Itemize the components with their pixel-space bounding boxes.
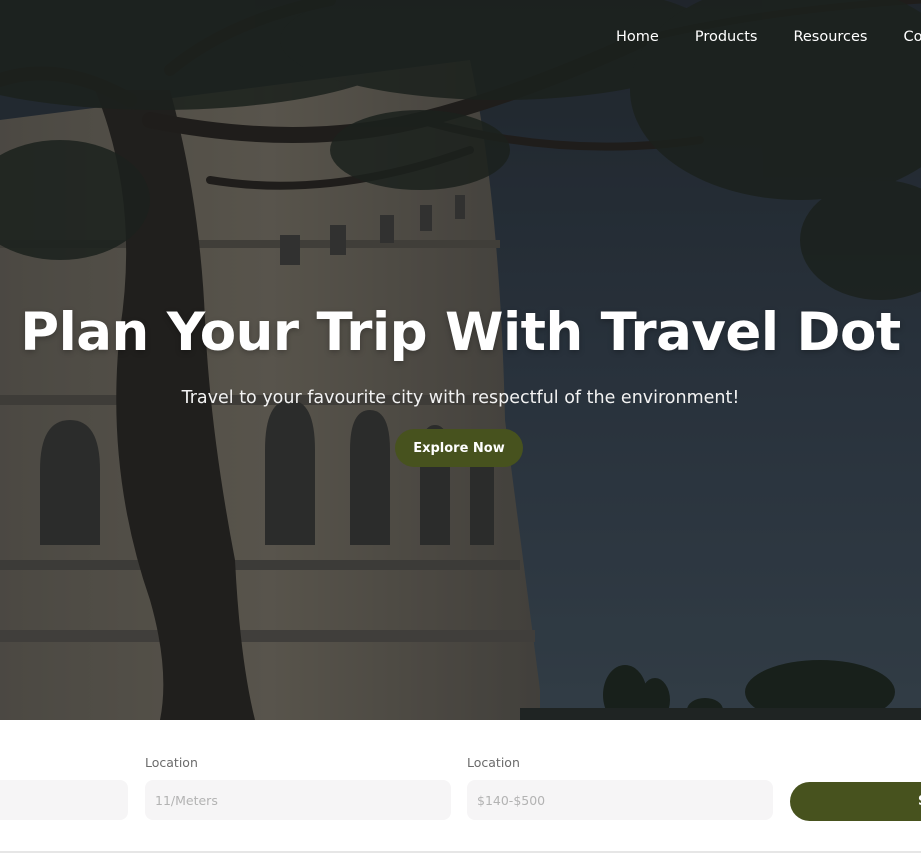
distance-input[interactable]: 11/Meters bbox=[145, 780, 451, 820]
location-label-2: Location bbox=[467, 755, 520, 770]
price-range-input[interactable]: $140-$500 bbox=[467, 780, 773, 820]
main-nav: Home Products Resources Co bbox=[616, 29, 921, 45]
search-button[interactable]: S bbox=[790, 782, 921, 821]
nav-item-home[interactable]: Home bbox=[616, 29, 659, 45]
nav-item-contact[interactable]: Co bbox=[904, 29, 921, 45]
search-bar: Location 11/Meters Location $140-$500 S bbox=[0, 720, 921, 854]
divider bbox=[0, 851, 921, 853]
hero-subtitle: Travel to your favourite city with respe… bbox=[181, 388, 740, 408]
explore-now-button[interactable]: Explore Now bbox=[395, 429, 523, 467]
nav-item-products[interactable]: Products bbox=[695, 29, 758, 45]
location-label-1: Location bbox=[145, 755, 198, 770]
search-field-left-partial[interactable] bbox=[0, 780, 128, 820]
hero-section: Home Products Resources Co Plan Your Tri… bbox=[0, 0, 921, 720]
hero-title: Plan Your Trip With Travel Dot bbox=[20, 302, 901, 363]
nav-item-resources[interactable]: Resources bbox=[793, 29, 867, 45]
